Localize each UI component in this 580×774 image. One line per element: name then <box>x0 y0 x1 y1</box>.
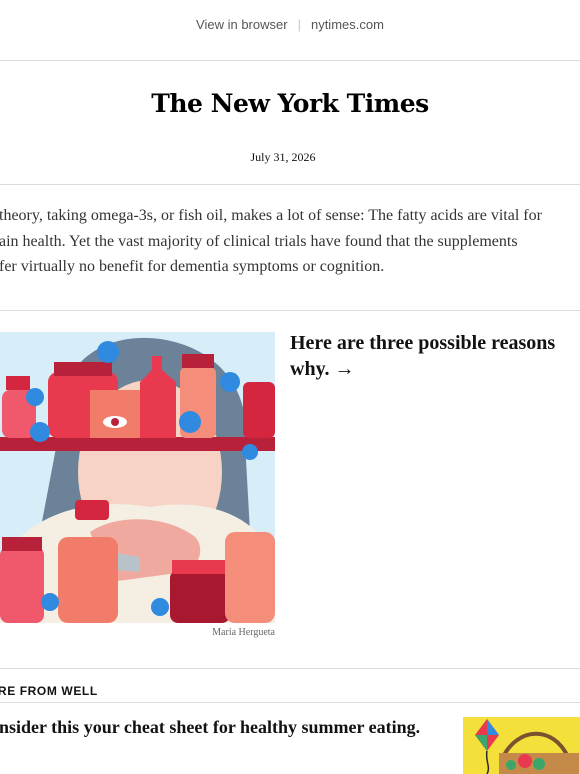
supplement-bottles-illustration-icon <box>0 332 275 623</box>
cheat-sheet-thumbnail[interactable] <box>463 717 580 774</box>
section-divider <box>0 668 580 669</box>
intro-paragraph: theory, taking omega-3s, or fish oil, ma… <box>0 203 580 280</box>
article-illustration[interactable] <box>0 332 275 623</box>
top-links: View in browser | nytimes.com <box>0 17 580 32</box>
article-headline-link[interactable]: Here are three possible reasons why. → <box>290 331 575 382</box>
intro-line: theory, taking omega-3s, or fish oil, ma… <box>0 207 542 224</box>
section-divider <box>0 310 580 311</box>
nyt-logo[interactable]: The New York Times <box>0 89 580 118</box>
cheat-sheet-headline-link[interactable]: onsider this your cheat sheet for health… <box>0 717 420 738</box>
link-separator: | <box>297 17 301 32</box>
image-credit: Maria Hergueta <box>212 627 275 638</box>
nytimes-link[interactable]: nytimes.com <box>311 17 384 32</box>
picnic-basket-illustration-icon <box>463 717 580 774</box>
section-divider <box>0 702 580 703</box>
view-in-browser-link[interactable]: View in browser <box>196 17 288 32</box>
masthead: The New York Times July 31, 2026 <box>0 61 580 185</box>
intro-line: fer virtually no benefit for dementia sy… <box>0 258 385 275</box>
top-bar: View in browser | nytimes.com <box>0 0 580 61</box>
more-from-well-label: ORE FROM WELL <box>0 684 98 698</box>
newsletter-date: July 31, 2026 <box>250 150 316 164</box>
intro-line: ain health. Yet the vast majority of cli… <box>0 232 518 250</box>
